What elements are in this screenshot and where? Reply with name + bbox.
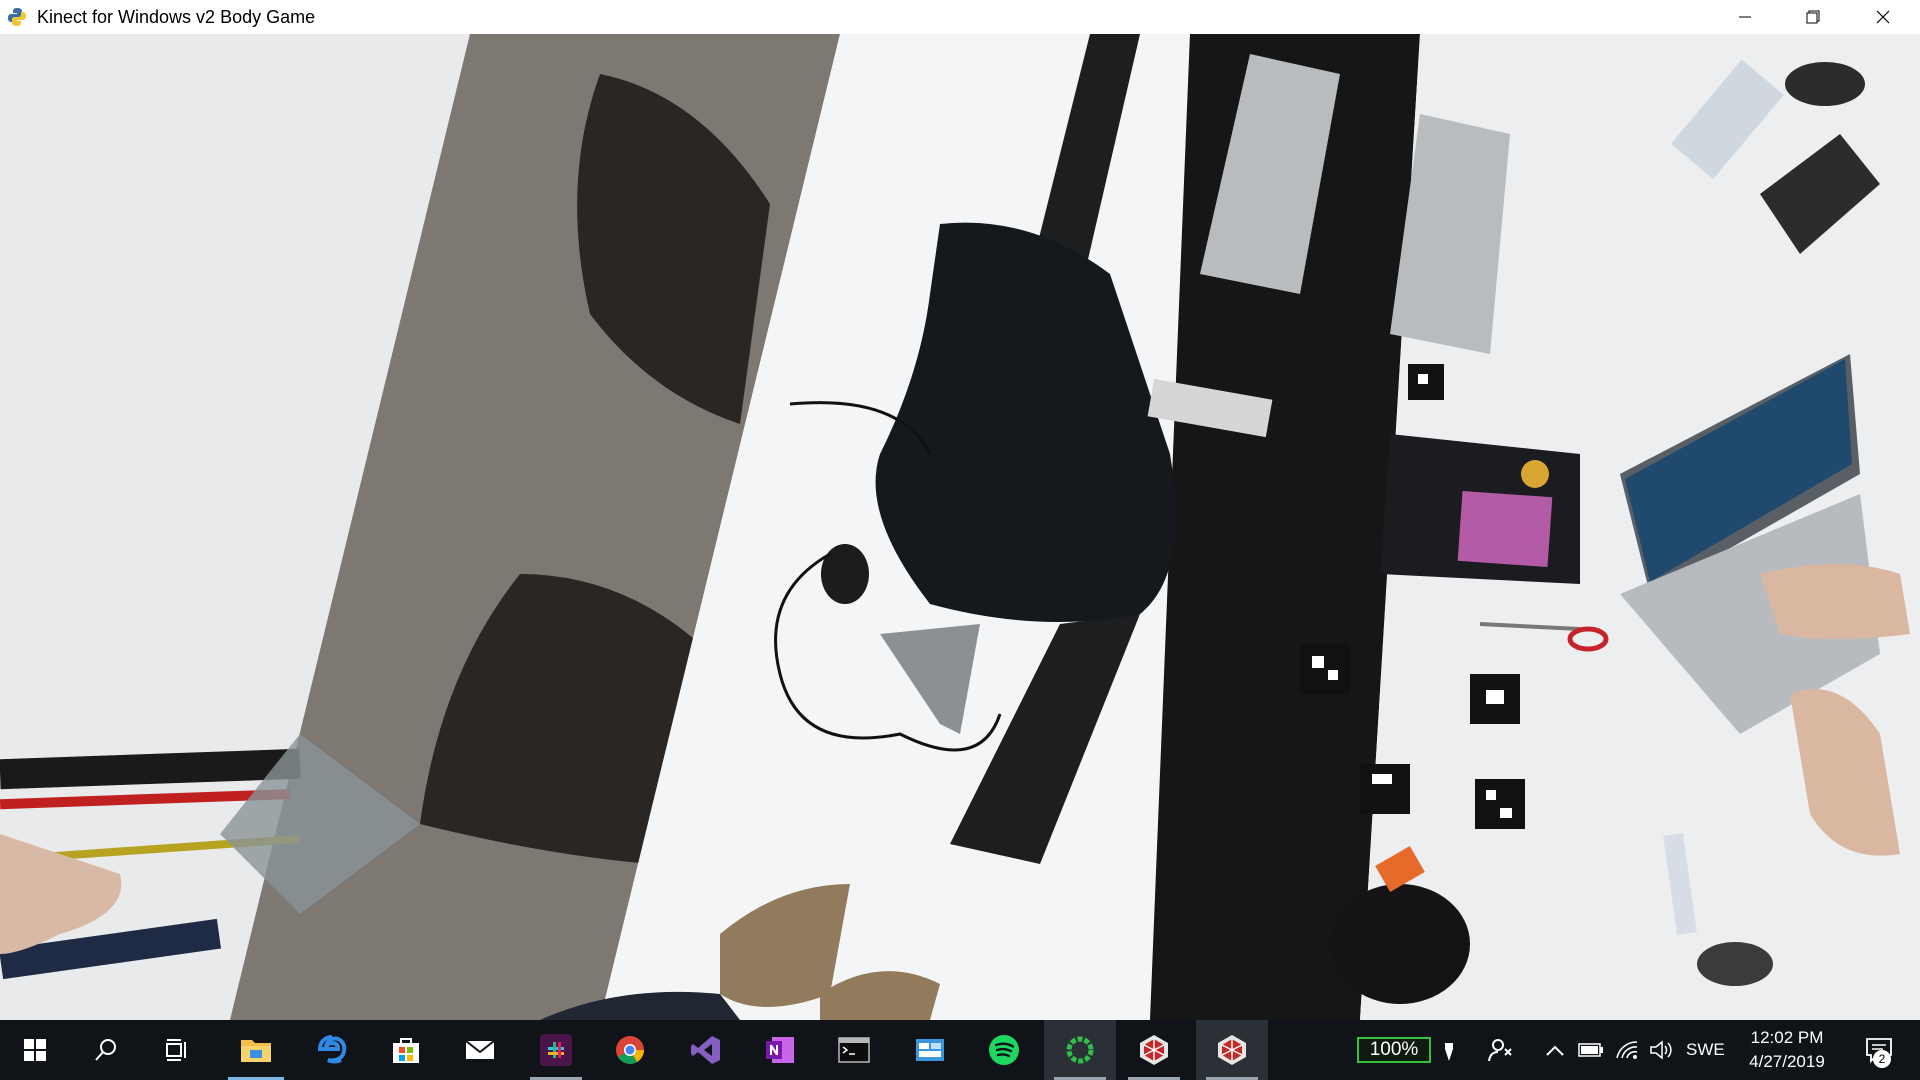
start-button[interactable] xyxy=(0,1020,70,1080)
task-view-button[interactable] xyxy=(142,1020,214,1080)
control-panel-icon xyxy=(916,1039,944,1061)
control-panel-button[interactable] xyxy=(894,1020,966,1080)
window-title: Kinect for Windows v2 Body Game xyxy=(37,6,316,27)
clock-time: 12:02 PM xyxy=(1750,1028,1824,1047)
green-ring-app-button[interactable] xyxy=(1044,1020,1116,1080)
python-icon xyxy=(6,6,28,28)
chevron-up-icon[interactable] xyxy=(1538,1020,1572,1080)
camera-frame xyxy=(0,34,1920,1020)
kinect-app-button-2[interactable] xyxy=(1196,1020,1268,1080)
hand xyxy=(1760,564,1910,639)
visual-studio-button[interactable] xyxy=(670,1020,742,1080)
store-icon xyxy=(393,1038,419,1063)
book-cover-image xyxy=(1457,490,1553,568)
notification-count-badge: 2 xyxy=(1873,1050,1891,1068)
spotify-button[interactable] xyxy=(968,1020,1040,1080)
book-badge xyxy=(1521,460,1549,488)
restore-icon xyxy=(1806,10,1819,24)
pen-icon[interactable] xyxy=(1432,1020,1466,1080)
people-icon[interactable] xyxy=(1484,1020,1518,1080)
search-icon xyxy=(95,1039,116,1061)
taskbar-clock[interactable]: 12:02 PM 4/27/2019 xyxy=(1732,1026,1842,1074)
mouse xyxy=(1697,942,1773,986)
chrome-button[interactable] xyxy=(594,1020,666,1080)
mail-icon xyxy=(465,1040,495,1059)
visual-studio-icon xyxy=(691,1036,720,1064)
mouse xyxy=(821,544,869,604)
mouse xyxy=(1785,62,1865,106)
clock-date: 4/27/2019 xyxy=(1749,1052,1825,1071)
close-button[interactable] xyxy=(1848,0,1917,34)
mail-button[interactable] xyxy=(444,1020,516,1080)
chrome-icon xyxy=(616,1036,644,1064)
terminal-icon xyxy=(838,1037,870,1063)
slack-icon xyxy=(540,1034,572,1066)
kinect-icon xyxy=(1218,1035,1246,1065)
camera-feed[interactable] xyxy=(0,34,1920,1020)
windows-logo-icon xyxy=(24,1039,46,1061)
volume-icon[interactable] xyxy=(1644,1020,1678,1080)
task-view-icon xyxy=(166,1039,186,1061)
kinect-app-button-1[interactable] xyxy=(1118,1020,1190,1080)
edge-icon xyxy=(317,1035,347,1064)
search-button[interactable] xyxy=(70,1020,142,1080)
window-title-bar[interactable]: Kinect for Windows v2 Body Game xyxy=(0,0,1920,34)
wifi-icon[interactable] xyxy=(1610,1020,1644,1080)
file-explorer-button[interactable] xyxy=(220,1020,292,1080)
battery-icon[interactable] xyxy=(1574,1020,1608,1080)
restore-button[interactable] xyxy=(1778,0,1847,34)
battery-percent-badge[interactable]: 100% xyxy=(1357,1037,1431,1063)
kinect-icon xyxy=(1140,1035,1168,1065)
minimize-icon xyxy=(1738,16,1751,18)
folder-icon xyxy=(241,1040,271,1062)
green-ring-icon xyxy=(1066,1036,1094,1064)
terminal-button[interactable] xyxy=(818,1020,890,1080)
input-language[interactable]: SWE xyxy=(1686,1020,1725,1080)
clamp-base xyxy=(1330,884,1470,1004)
spotify-icon xyxy=(989,1035,1019,1065)
onenote-button[interactable] xyxy=(744,1020,816,1080)
minimize-button[interactable] xyxy=(1710,0,1779,34)
close-icon xyxy=(1876,10,1889,24)
onenote-icon xyxy=(766,1037,794,1063)
edge-button[interactable] xyxy=(296,1020,368,1080)
store-button[interactable] xyxy=(370,1020,442,1080)
slack-button[interactable] xyxy=(520,1020,592,1080)
